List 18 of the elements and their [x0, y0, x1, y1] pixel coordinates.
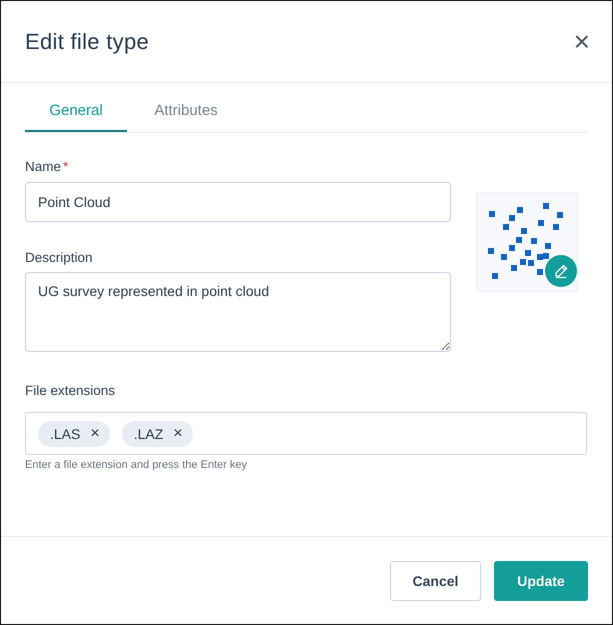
close-button[interactable]: × — [574, 28, 590, 56]
field-label: Description — [25, 250, 94, 266]
cancel-button[interactable]: Cancel — [390, 560, 481, 600]
field-label: File extensions — [25, 383, 116, 399]
tag-label: .LAS — [50, 426, 80, 442]
required-mark: * — [63, 159, 68, 174]
description-field[interactable]: UG survey represented in point cloud — [25, 272, 451, 352]
name-field[interactable]: Point Cloud — [25, 182, 451, 222]
remove-tag-button[interactable]: × — [90, 426, 100, 442]
field-label: Name — [25, 159, 62, 174]
pencil-icon — [553, 263, 569, 279]
hint-text: Enter a file extension and press the Enter key — [25, 459, 248, 471]
tag-label: .LAZ — [134, 426, 164, 442]
tag-input-field[interactable]: .LAS × .LAZ × — [25, 412, 587, 455]
edit-button[interactable] — [545, 255, 577, 287]
tab[interactable]: Attributes — [127, 90, 245, 132]
dialog-title: Edit file type — [25, 28, 150, 54]
remove-tag-button[interactable]: × — [173, 426, 183, 442]
